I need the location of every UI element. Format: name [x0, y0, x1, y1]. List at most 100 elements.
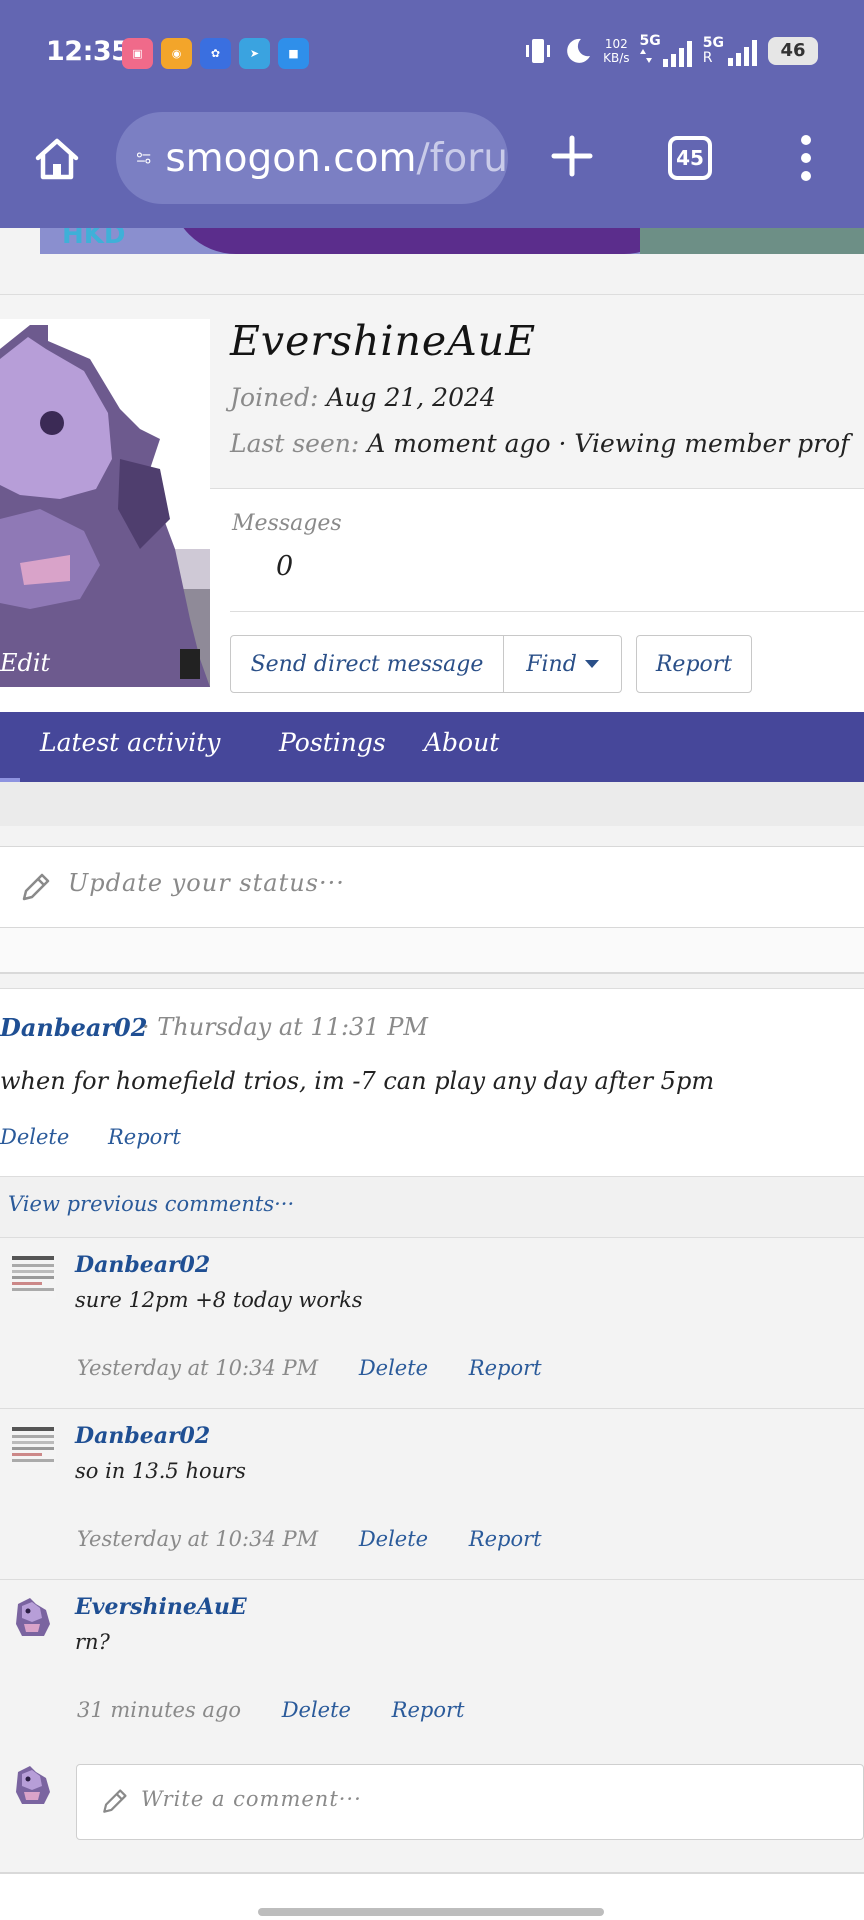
banner-graphic: [170, 228, 690, 254]
find-label: Find: [526, 651, 577, 677]
comment-delete-link[interactable]: Delete: [359, 1527, 428, 1551]
spacer: [0, 782, 864, 826]
send-direct-message-button[interactable]: Send direct message: [230, 635, 504, 693]
comment-avatar[interactable]: [10, 1423, 56, 1469]
edit-avatar-button[interactable]: Edit: [0, 649, 50, 677]
profile-post: Danbear02 · Thursday at 11:31 PM when fo…: [0, 988, 864, 1176]
status-bar: 12:35 ▣ ◉ ✿ ➤ ■ 102 KB/s 5G 5G R 46: [0, 0, 864, 98]
comment-avatar[interactable]: [10, 1594, 56, 1640]
pencil-icon: [103, 1789, 127, 1813]
comment-author-link[interactable]: Danbear02: [75, 1423, 210, 1449]
comment-item: EvershineAuE rn? 31 minutes ago Delete R…: [0, 1580, 864, 1751]
profile-username: EvershineAuE: [230, 317, 537, 365]
network-speed: 102 KB/s: [603, 37, 629, 65]
gesture-home-indicator[interactable]: [258, 1908, 604, 1916]
post-text: when for homefield trios, im -7 can play…: [0, 1067, 715, 1095]
bilibili-icon: ▣: [122, 38, 153, 69]
comment-meta: Yesterday at 10:34 PM Delete Report: [77, 1527, 576, 1551]
view-previous-comments[interactable]: View previous comments···: [0, 1176, 864, 1238]
banner-text: HKD: [62, 228, 126, 250]
tab-latest-activity[interactable]: Latest activity: [40, 728, 220, 757]
comment-meta: 31 minutes ago Delete Report: [77, 1698, 498, 1722]
site-settings-icon[interactable]: [136, 138, 151, 178]
profile-header: Edit EvershineAuE Joined: Aug 21, 2024 L…: [0, 294, 864, 712]
messages-count[interactable]: 0: [276, 551, 293, 582]
joined-label: Joined:: [230, 383, 319, 412]
comment-meta: Yesterday at 10:34 PM Delete Report: [77, 1356, 576, 1380]
signal-1: 5G: [639, 33, 693, 67]
notification-icons: ▣ ◉ ✿ ➤ ■: [122, 38, 309, 69]
view-previous-link[interactable]: View previous comments···: [8, 1192, 294, 1216]
telegram-icon: ➤: [239, 38, 270, 69]
browser-toolbar: smogon.com/foru 45: [0, 98, 864, 228]
caret-down-icon: [584, 660, 599, 668]
url-path: /foru: [416, 135, 508, 181]
tab-switcher-button[interactable]: 45: [668, 136, 712, 180]
files-icon: ■: [278, 38, 309, 69]
signal-bars-2-icon: [728, 39, 757, 66]
comment-timestamp[interactable]: Yesterday at 10:34 PM: [77, 1527, 318, 1551]
system-indicators: 102 KB/s 5G 5G R 46: [523, 34, 818, 67]
new-tab-icon[interactable]: [548, 132, 596, 180]
vibrate-icon: [526, 38, 551, 63]
moon-icon: [567, 38, 591, 63]
battery-indicator: 46: [768, 36, 818, 65]
comment-author-link[interactable]: EvershineAuE: [75, 1594, 247, 1620]
write-comment-row: Write a comment···: [0, 1750, 864, 1842]
tab-about[interactable]: About: [424, 728, 499, 757]
comment-text: sure 12pm +8 today works: [75, 1288, 363, 1312]
banner-graphic-right: [640, 228, 864, 254]
find-dropdown-button[interactable]: Find: [504, 635, 622, 693]
speed-unit: KB/s: [603, 50, 630, 65]
baidu-icon: ✿: [200, 38, 231, 69]
speed-value: 102: [604, 36, 628, 51]
url-text[interactable]: smogon.com/foru: [165, 136, 508, 181]
divider: [230, 611, 864, 612]
post-author-link[interactable]: Danbear02: [0, 1013, 147, 1042]
comment-author-link[interactable]: Danbear02: [75, 1252, 210, 1278]
comment-report-link[interactable]: Report: [392, 1698, 465, 1722]
write-comment-placeholder[interactable]: Write a comment···: [141, 1787, 362, 1811]
current-user-avatar: [10, 1762, 56, 1808]
spacer: [0, 928, 864, 974]
comment-avatar[interactable]: [10, 1252, 56, 1298]
updown-icon: [639, 49, 652, 63]
signal-2: 5G R: [703, 36, 758, 66]
more-menu-icon[interactable]: [796, 134, 816, 182]
comment-text: rn?: [75, 1630, 110, 1654]
last-seen-info: Last seen: A moment ago · Viewing member…: [230, 429, 849, 458]
post-report-link[interactable]: Report: [108, 1125, 181, 1149]
comment-delete-link[interactable]: Delete: [282, 1698, 351, 1722]
profile-avatar[interactable]: Edit: [0, 319, 210, 687]
weibo-icon: ◉: [161, 38, 192, 69]
tab-postings[interactable]: Postings: [279, 728, 386, 757]
messages-label: Messages: [232, 511, 342, 536]
home-icon[interactable]: [32, 134, 82, 184]
net-type-2: 5G: [702, 34, 724, 51]
net-type-1: 5G: [639, 33, 661, 49]
write-comment-input[interactable]: Write a comment···: [76, 1764, 864, 1840]
last-seen-value: A moment ago · Viewing member prof: [367, 429, 850, 458]
status-update-field[interactable]: Update your status···: [0, 846, 864, 928]
pencil-icon: [22, 873, 50, 901]
address-bar[interactable]: smogon.com/foru: [116, 112, 508, 204]
comment-timestamp[interactable]: 31 minutes ago: [77, 1698, 241, 1722]
signal-bars-icon: [662, 41, 692, 67]
comment-delete-link[interactable]: Delete: [359, 1356, 428, 1380]
joined-value: Aug 21, 2024: [326, 383, 496, 412]
comment-timestamp[interactable]: Yesterday at 10:34 PM: [77, 1356, 318, 1380]
comment-item: Danbear02 so in 13.5 hours Yesterday at …: [0, 1409, 864, 1580]
avatar-image: [0, 319, 210, 687]
comment-report-link[interactable]: Report: [469, 1527, 542, 1551]
url-domain: smogon.com: [165, 135, 417, 181]
post-delete-link[interactable]: Delete: [0, 1125, 69, 1149]
joined-info: Joined: Aug 21, 2024: [230, 383, 496, 412]
comment-item: Danbear02 sure 12pm +8 today works Yeste…: [0, 1238, 864, 1409]
last-seen-label: Last seen:: [230, 429, 360, 458]
comment-report-link[interactable]: Report: [469, 1356, 542, 1380]
report-profile-button[interactable]: Report: [636, 635, 752, 693]
post-timestamp[interactable]: · Thursday at 11:31 PM: [142, 1013, 428, 1041]
status-input-placeholder[interactable]: Update your status···: [68, 869, 345, 897]
ad-banner[interactable]: HKD: [40, 228, 864, 254]
post-actions: Delete Report: [0, 1125, 213, 1149]
